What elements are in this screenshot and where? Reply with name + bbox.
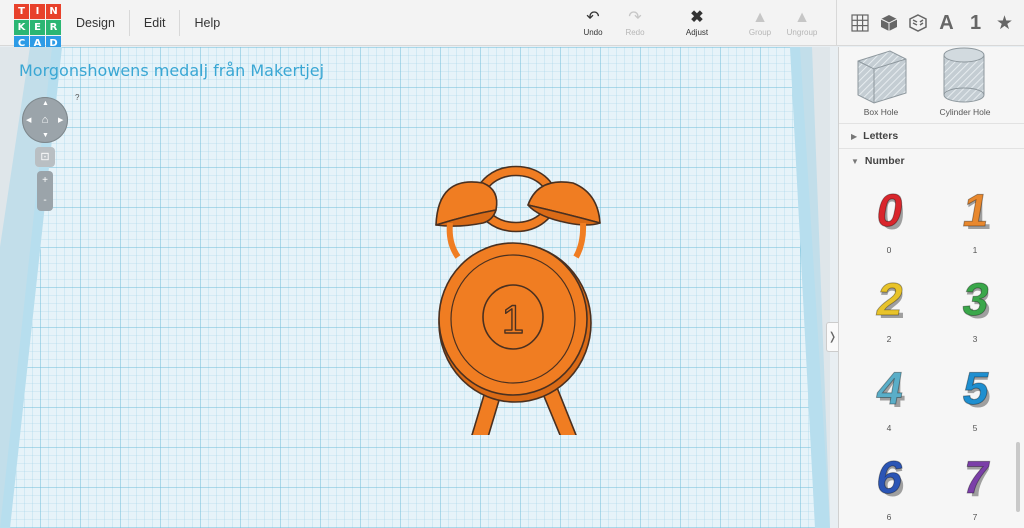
number-2-icon: 22 (872, 273, 908, 328)
adjust-button[interactable]: ✖ Adjust (675, 8, 719, 37)
section-letters-label: Letters (863, 130, 899, 142)
group-button[interactable]: ▲ Group (738, 8, 782, 37)
section-letters[interactable]: ▶ Letters (839, 123, 1024, 147)
arrow-up-icon[interactable]: ▲ (42, 100, 49, 107)
collapse-icon: ▼ (851, 157, 859, 166)
main-menu: Design Edit Help (62, 0, 234, 46)
number-label: 0 (886, 245, 892, 255)
top-toolbar: TINKERCAD Design Edit Help ↶ Undo ↷ Redo… (0, 0, 1024, 51)
undo-label: Undo (583, 28, 603, 37)
tinkercad-logo[interactable]: TINKERCAD (14, 4, 61, 51)
redo-button[interactable]: ↷ Redo (613, 8, 657, 37)
ungroup-button[interactable]: ▲ Ungroup (780, 8, 824, 37)
shapes-sidebar: Box Hole Cylinder Hole ▶ Letters ▼ Number … (838, 47, 1024, 528)
home-view-icon[interactable]: ⌂ (37, 112, 53, 128)
undo-icon: ↶ (586, 9, 600, 26)
number-7-icon: 77 (958, 451, 994, 506)
workplane-icon[interactable] (845, 8, 874, 38)
box-view-icon[interactable] (874, 8, 903, 38)
shape-number-0[interactable]: 000 (859, 183, 919, 255)
logo-letter: N (46, 4, 61, 19)
box-hole-icon (857, 50, 907, 104)
fit-view-button[interactable]: ⊡ (35, 147, 55, 167)
number-label: 3 (972, 334, 978, 344)
zoom-in-button[interactable]: + (37, 171, 53, 191)
redo-label: Redo (625, 28, 645, 37)
expand-icon: ▶ (851, 132, 858, 141)
section-number[interactable]: ▼ Number (839, 148, 1024, 172)
pattern-icon[interactable] (903, 8, 932, 38)
workplane-viewport[interactable]: Morgonshowens medalj från Makertjej ? ▲ … (0, 47, 830, 528)
shape-number-6[interactable]: 666 (859, 450, 919, 522)
arrow-left-icon[interactable]: ◀ (26, 116, 31, 124)
logo-letter: I (30, 4, 45, 19)
number-label: 2 (886, 334, 892, 344)
number-label: 4 (886, 423, 892, 433)
number-5-icon: 55 (958, 362, 994, 417)
logo-letter: T (14, 4, 29, 19)
collapse-sidebar-button[interactable]: ❭ (826, 322, 838, 352)
help-icon[interactable]: ? (75, 93, 79, 102)
logo-letter: R (46, 20, 61, 35)
star-icon[interactable]: ★ (990, 8, 1019, 38)
undo-button[interactable]: ↶ Undo (571, 8, 615, 37)
shape-number-3[interactable]: 333 (945, 272, 1005, 344)
cylinder-hole-icon (943, 47, 985, 103)
number-label: 6 (886, 512, 892, 522)
shape-number-4[interactable]: 444 (859, 361, 919, 433)
letter-a-icon[interactable]: A (932, 8, 961, 38)
sidebar-scrollbar[interactable] (1016, 442, 1020, 512)
shape-number-1[interactable]: 111 (945, 183, 1005, 255)
arrow-down-icon[interactable]: ▼ (42, 132, 49, 139)
ungroup-label: Ungroup (786, 28, 818, 37)
design-title[interactable]: Morgonshowens medalj från Makertjej (19, 61, 324, 80)
number-3-icon: 33 (958, 273, 994, 328)
zoom-control: + - (37, 171, 53, 211)
number-1-icon[interactable]: 1 (961, 8, 990, 38)
ungroup-icon: ▲ (794, 9, 810, 26)
shape-number-7[interactable]: 777 (945, 450, 1005, 522)
cylinder-hole-label: Cylinder Hole (939, 107, 991, 117)
box-hole-label: Box Hole (863, 107, 899, 117)
shape-cylinder-hole[interactable]: Cylinder Hole (925, 47, 1005, 117)
number-label: 7 (972, 512, 978, 522)
number-4-icon: 44 (872, 362, 908, 417)
number-0-icon: 00 (872, 184, 908, 239)
section-number-label: Number (864, 155, 905, 167)
number-label: 1 (972, 245, 978, 255)
logo-letter: K (14, 20, 29, 35)
arrow-right-icon[interactable]: ▶ (58, 116, 63, 124)
zoom-out-button[interactable]: - (37, 191, 53, 211)
number-1-icon: 11 (958, 184, 994, 239)
medal-number: 1 (502, 298, 524, 342)
orbit-control[interactable]: ▲ ▼ ◀ ▶ ⌂ (22, 97, 68, 143)
adjust-label: Adjust (685, 28, 709, 37)
adjust-icon: ✖ (690, 9, 704, 26)
menu-design[interactable]: Design (62, 10, 130, 36)
number-label: 5 (972, 423, 978, 433)
medal-model[interactable]: 1 (388, 165, 648, 435)
menu-edit[interactable]: Edit (130, 10, 181, 36)
shape-box-hole[interactable]: Box Hole (841, 47, 921, 117)
shape-number-5[interactable]: 555 (945, 361, 1005, 433)
number-6-icon: 66 (872, 451, 908, 506)
group-label: Group (748, 28, 772, 37)
menu-help[interactable]: Help (180, 10, 234, 36)
redo-icon: ↷ (628, 9, 642, 26)
logo-letter: E (30, 20, 45, 35)
shape-category-bar: A 1 ★ (836, 0, 1019, 46)
shape-number-2[interactable]: 222 (859, 272, 919, 344)
group-icon: ▲ (752, 9, 768, 26)
